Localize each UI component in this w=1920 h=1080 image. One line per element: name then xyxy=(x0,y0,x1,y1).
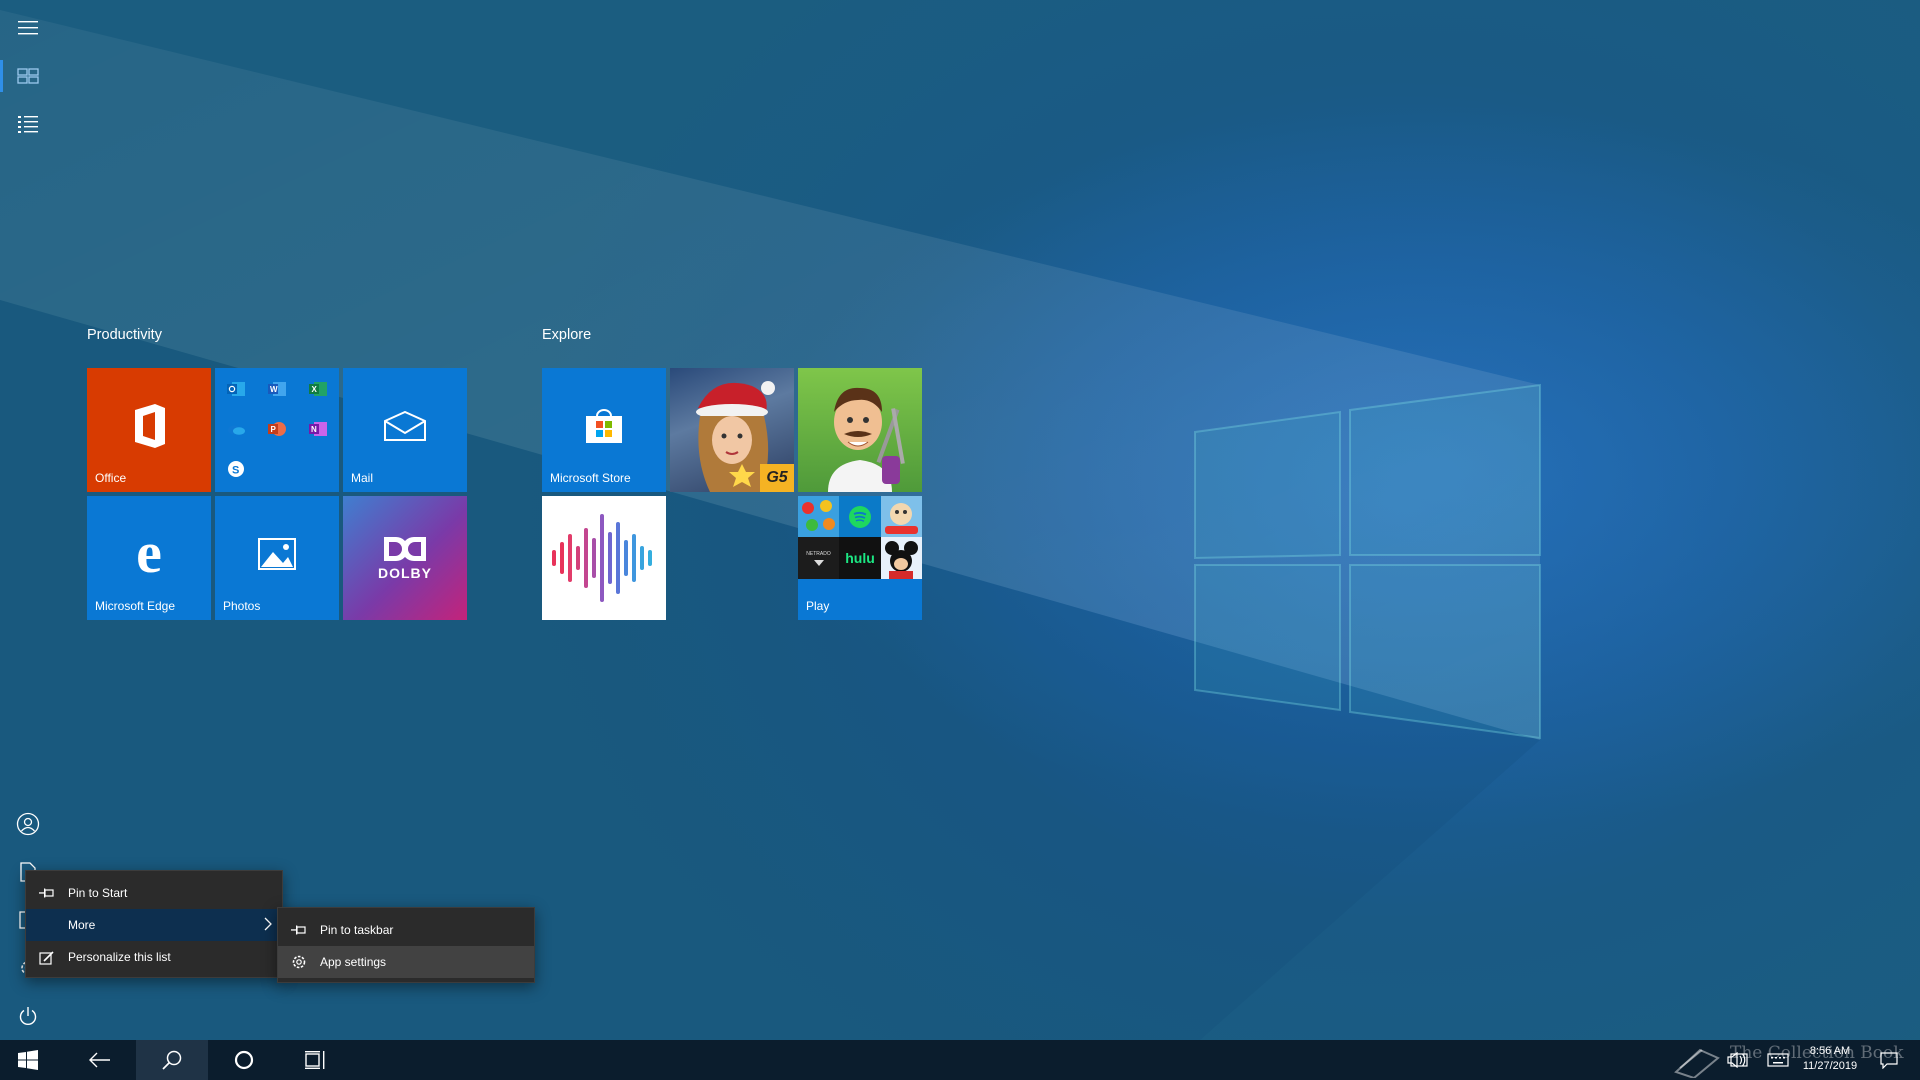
svg-text:N: N xyxy=(311,425,317,434)
hamburger-menu-button[interactable] xyxy=(0,4,56,52)
menu-item-more-label: More xyxy=(68,918,96,932)
chevron-right-icon xyxy=(264,917,272,934)
word-icon: W xyxy=(262,374,292,404)
task-view-icon xyxy=(305,1051,325,1069)
list-icon xyxy=(18,116,38,133)
collection-book-logo-icon xyxy=(1672,1044,1722,1078)
onedrive-icon xyxy=(221,414,251,444)
menu-item-personalize-list[interactable]: Personalize this list xyxy=(26,941,282,973)
power-icon xyxy=(19,1007,37,1025)
user-icon xyxy=(16,812,40,836)
group-title-explore[interactable]: Explore xyxy=(542,327,591,343)
onenote-icon: N xyxy=(303,414,333,444)
g5-text: G5 xyxy=(766,469,788,486)
tile-photos[interactable]: Photos xyxy=(215,496,339,620)
menu-item-personalize-list-label: Personalize this list xyxy=(68,950,171,964)
back-button[interactable] xyxy=(64,1040,136,1080)
watermark-text: The Collection Book xyxy=(1730,1043,1904,1063)
task-view-button[interactable] xyxy=(280,1040,352,1080)
search-button[interactable] xyxy=(136,1040,208,1080)
menu-item-pin-to-taskbar-label: Pin to taskbar xyxy=(320,923,394,937)
tiles-icon xyxy=(17,68,39,84)
personalize-icon xyxy=(26,950,68,965)
menu-item-more[interactable]: More xyxy=(26,909,282,941)
svg-text:X: X xyxy=(312,385,318,394)
menu-item-app-settings-label: App settings xyxy=(320,955,387,969)
tile-dolby[interactable]: DOLBY xyxy=(343,496,467,620)
menu-item-pin-to-start[interactable]: Pin to Start xyxy=(26,877,282,909)
office-icon xyxy=(135,404,165,448)
svg-text:P: P xyxy=(271,425,277,434)
candy-crush-icon xyxy=(798,496,839,537)
svg-text:S: S xyxy=(232,465,239,477)
windows-logo-icon xyxy=(18,1050,38,1070)
cortana-circle-icon xyxy=(234,1050,254,1070)
game-art-butler-icon xyxy=(828,387,905,492)
tile-voice-recorder[interactable] xyxy=(542,496,666,620)
pin-icon xyxy=(26,888,68,898)
candy-crush-friends-icon xyxy=(881,496,922,537)
gear-icon xyxy=(278,954,320,970)
tile-play-folder[interactable]: NETRADO hulu Play xyxy=(798,496,922,620)
hamburger-icon xyxy=(18,21,38,35)
menu-item-pin-to-start-label: Pin to Start xyxy=(68,886,128,900)
start-button[interactable] xyxy=(0,1040,56,1080)
sound-wave-icon xyxy=(552,514,652,602)
tile-edge-label: Microsoft Edge xyxy=(95,599,176,613)
tile-office[interactable]: Office xyxy=(87,368,211,492)
store-bag-icon xyxy=(586,409,622,443)
menu-item-pin-to-taskbar[interactable]: Pin to taskbar xyxy=(278,914,534,946)
disney-magic-kingdoms-icon xyxy=(881,537,922,579)
tile-play-label: Play xyxy=(806,599,830,613)
mail-icon xyxy=(384,411,426,441)
tile-mail-label: Mail xyxy=(351,471,374,485)
tile-game-gardenscapes[interactable] xyxy=(798,368,922,492)
tile-game-g5[interactable]: G5 xyxy=(670,368,794,492)
dolby-logo-icon xyxy=(384,537,426,561)
tile-store-label: Microsoft Store xyxy=(550,471,631,485)
pin-icon xyxy=(278,925,320,935)
netrado-icon: NETRADO xyxy=(798,537,839,579)
user-account-button[interactable] xyxy=(0,800,56,848)
back-arrow-icon xyxy=(89,1052,110,1068)
dolby-text: DOLBY xyxy=(378,565,432,581)
tile-microsoft-edge[interactable]: e Microsoft Edge xyxy=(87,496,211,620)
g5-badge: G5 xyxy=(760,464,794,492)
tile-photos-label: Photos xyxy=(223,599,261,613)
spotify-icon xyxy=(839,496,881,537)
tile-microsoft-store[interactable]: Microsoft Store xyxy=(542,368,666,492)
netrado-text: NETRADO xyxy=(806,550,831,557)
taskbar: 8:56 AM 11/27/2019 xyxy=(0,1040,1920,1080)
outlook-icon xyxy=(221,374,251,404)
powerpoint-icon: P xyxy=(262,414,292,444)
skype-icon: S xyxy=(221,454,251,484)
tile-office-label: Office xyxy=(95,471,127,485)
hulu-icon: hulu xyxy=(839,537,881,579)
power-button[interactable] xyxy=(0,992,56,1040)
more-submenu: Pin to taskbar App settings xyxy=(277,907,535,983)
photos-icon xyxy=(258,538,296,570)
group-title-productivity[interactable]: Productivity xyxy=(87,327,162,343)
tile-mail[interactable]: Mail xyxy=(343,368,467,492)
all-apps-button[interactable] xyxy=(0,100,56,148)
menu-item-app-settings[interactable]: App settings xyxy=(278,946,534,978)
pinned-tiles-button[interactable] xyxy=(0,52,56,100)
hulu-text: hulu xyxy=(845,550,875,566)
excel-icon: X xyxy=(303,374,333,404)
context-menu: Pin to Start More Personalize this list xyxy=(25,870,283,978)
edge-icon: e xyxy=(136,519,162,585)
cortana-button[interactable] xyxy=(208,1040,280,1080)
search-icon xyxy=(162,1050,182,1070)
tile-office-apps-folder[interactable]: W X P N S xyxy=(215,368,339,492)
svg-text:W: W xyxy=(270,385,278,394)
